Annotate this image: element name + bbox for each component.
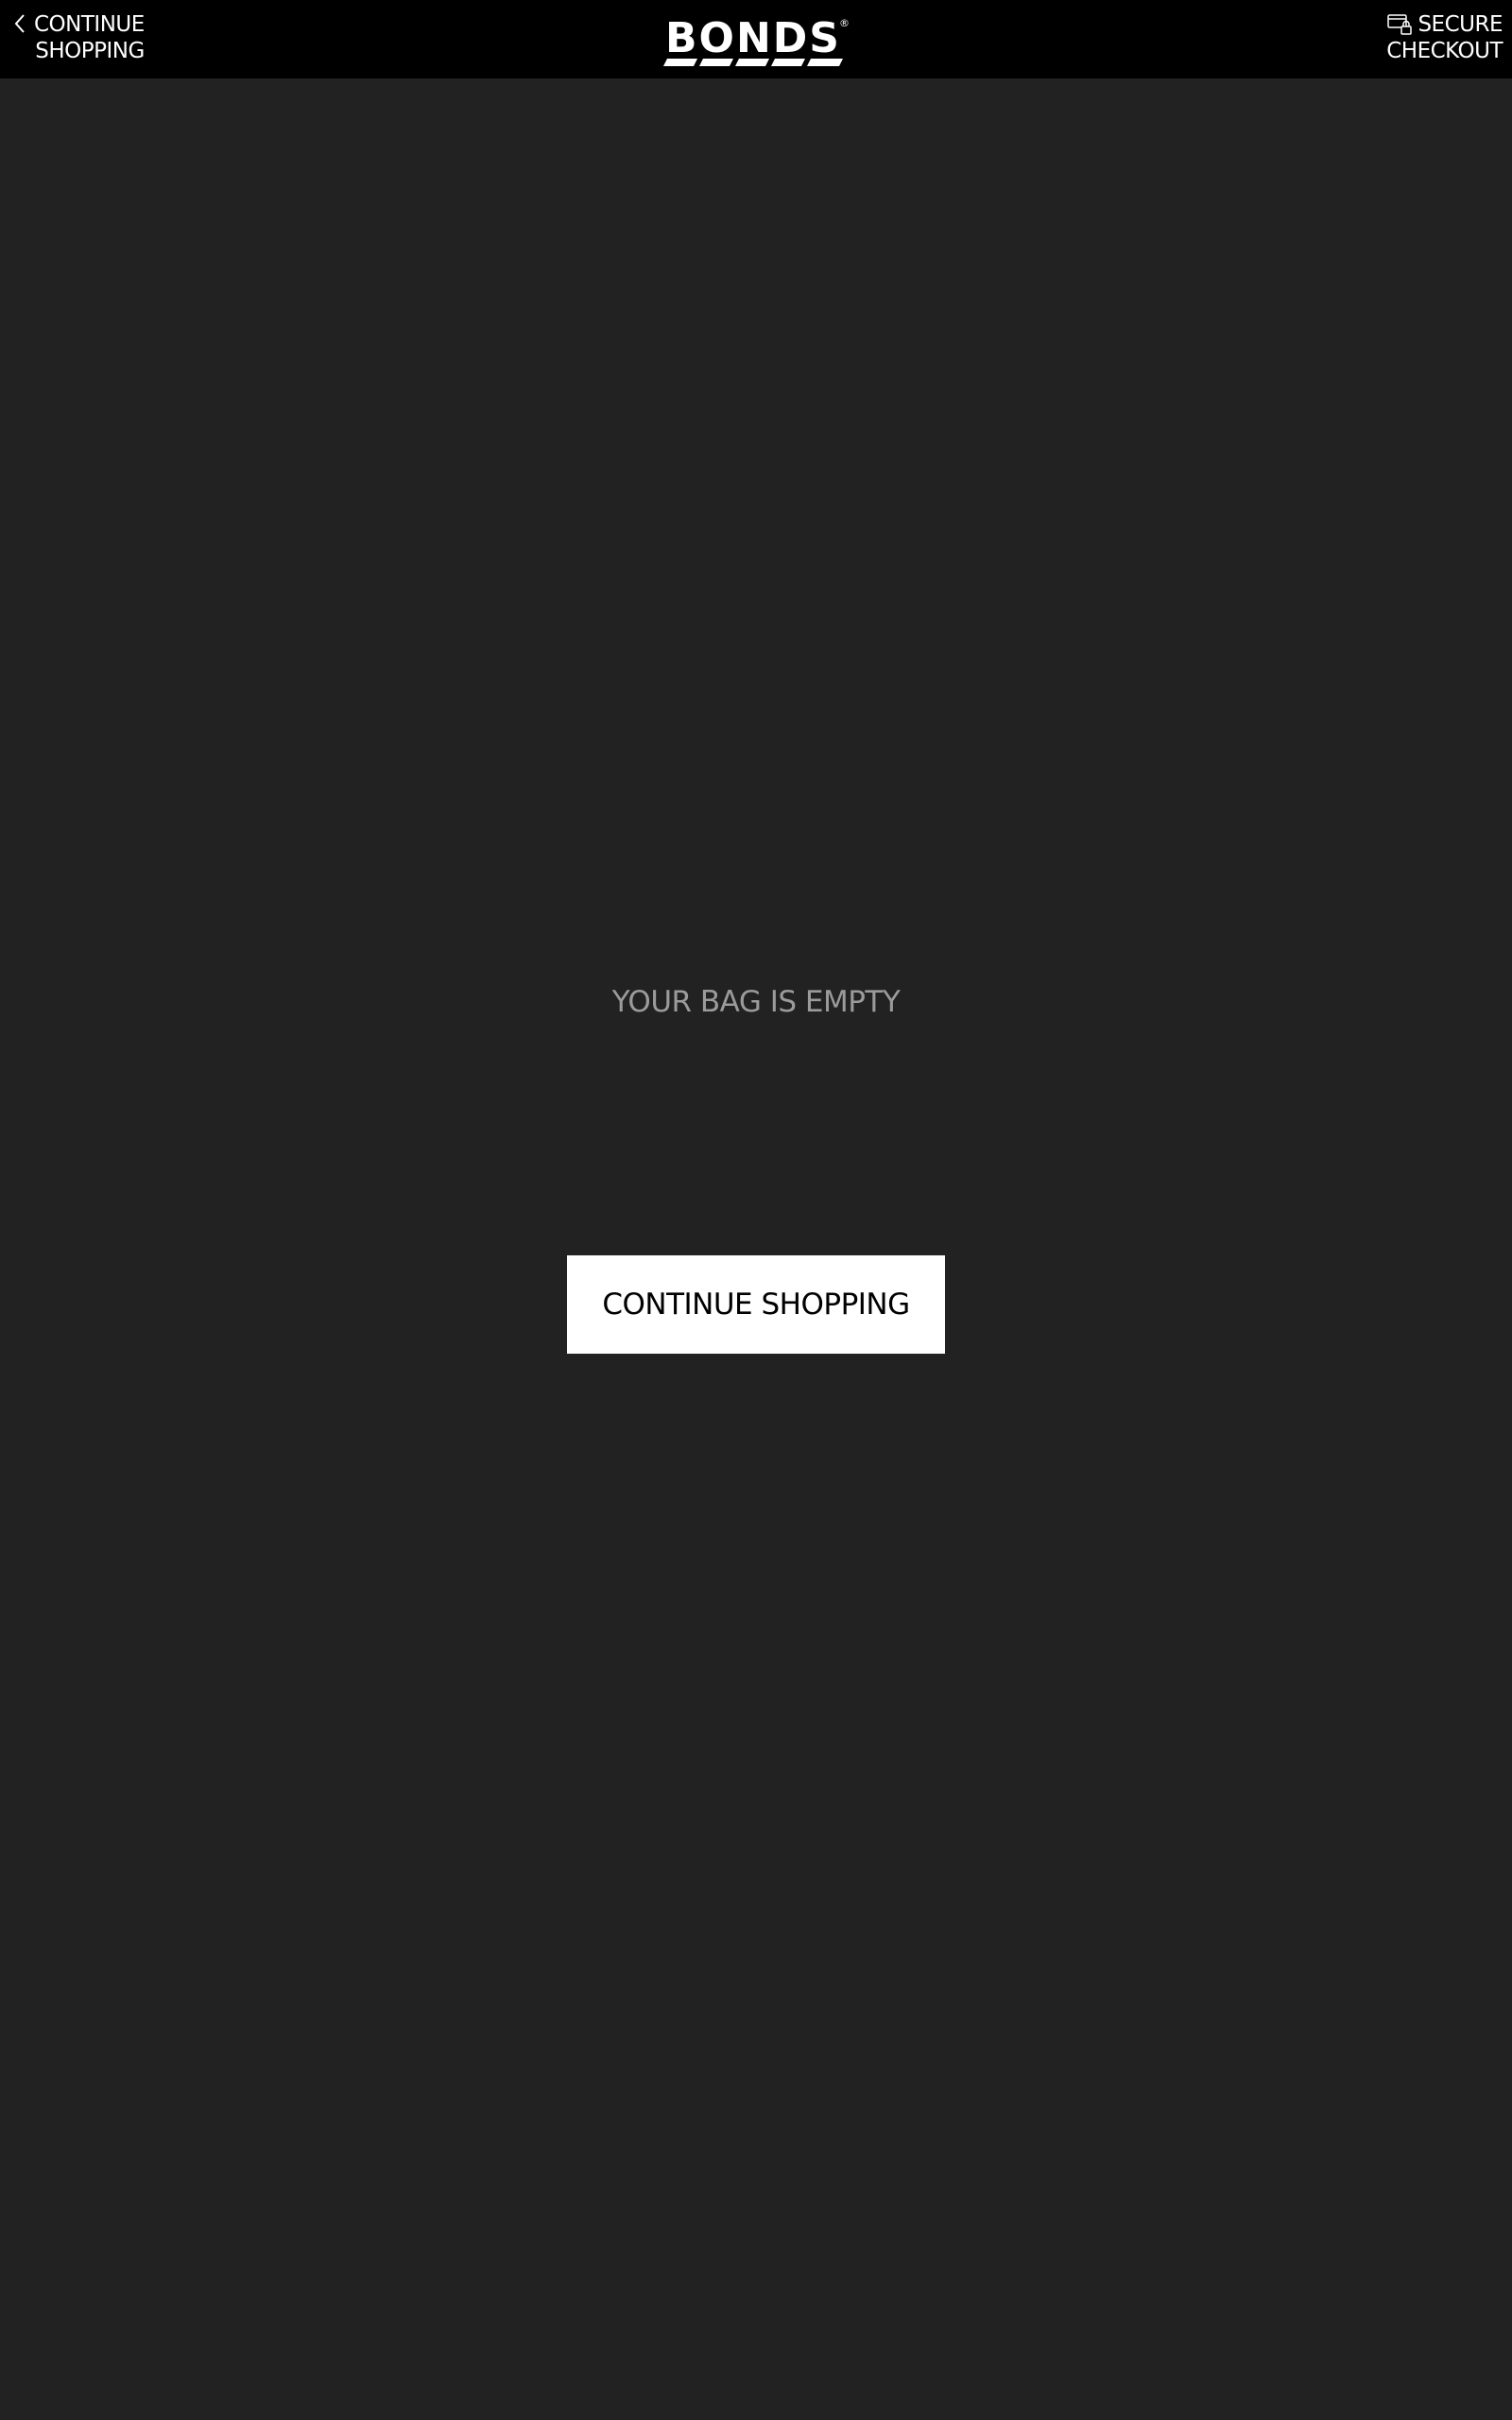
empty-bag-message: YOUR BAG IS EMPTY — [611, 985, 901, 1019]
secure-checkout-line2: CHECKOUT — [1386, 39, 1503, 63]
secure-checkout-line1: SECURE — [1418, 12, 1503, 37]
continue-shopping-button[interactable]: CONTINUE SHOPPING — [567, 1255, 945, 1354]
top-header: CONTINUE SHOPPING BONDS ® SECURE CHECKOU… — [0, 0, 1512, 78]
continue-shopping-label: CONTINUE SHOPPING — [34, 11, 145, 64]
continue-shopping-link[interactable]: CONTINUE SHOPPING — [13, 11, 145, 64]
bonds-logo[interactable]: BONDS ® — [662, 14, 850, 68]
continue-shopping-line2: SHOPPING — [35, 39, 145, 63]
registered-mark: ® — [839, 17, 850, 29]
logo-wordmark: BONDS — [665, 14, 841, 62]
secure-checkout-link[interactable]: SECURE CHECKOUT — [1386, 11, 1503, 64]
logo-stripes — [663, 59, 843, 66]
chevron-left-icon — [14, 14, 25, 33]
secure-checkout-row: SECURE — [1386, 11, 1503, 38]
continue-shopping-line1: CONTINUE — [34, 12, 145, 37]
card-lock-icon — [1387, 14, 1413, 35]
